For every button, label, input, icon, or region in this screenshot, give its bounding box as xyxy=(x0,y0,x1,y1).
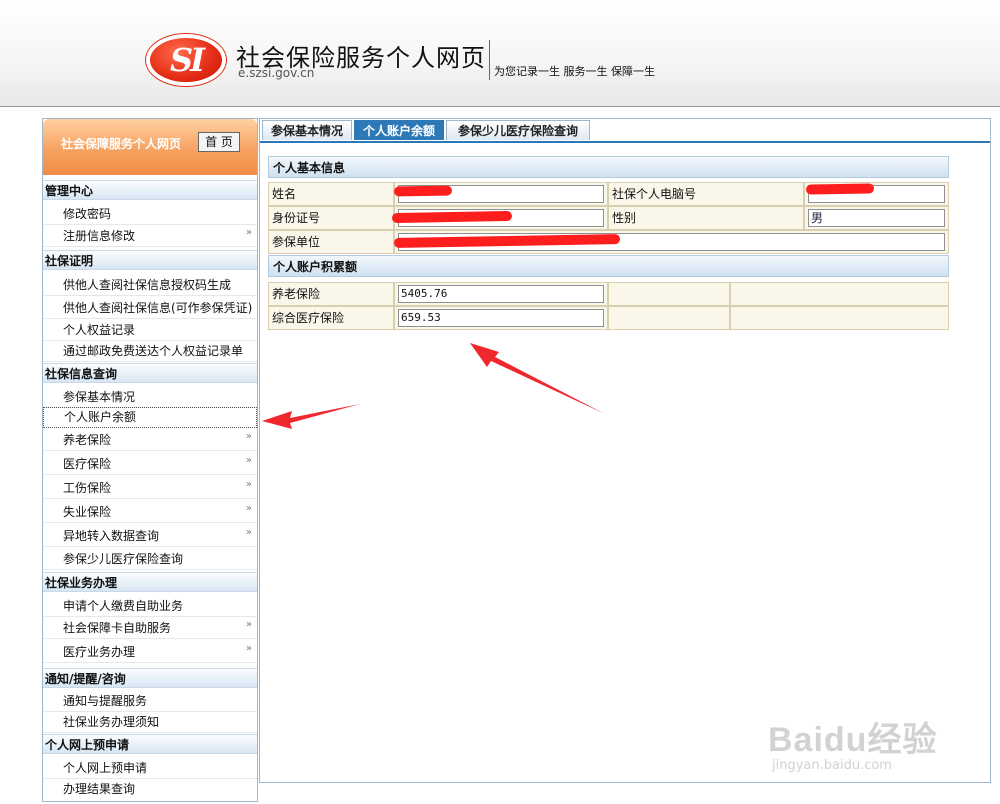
pension-label: 养老保险 xyxy=(268,282,394,306)
si-logo: SI xyxy=(146,34,226,86)
empty-cell xyxy=(730,282,949,306)
redaction-mark xyxy=(393,185,453,197)
redaction-mark xyxy=(805,183,875,195)
sidebar: 社会保障服务个人网页 首 页 管理中心 修改密码 注册信息修改 » 社保证明 供他… xyxy=(42,118,258,802)
sidebar-item-label: 修改密码 xyxy=(63,207,112,221)
sidebar-item-medical[interactable]: 医疗保险 » xyxy=(43,453,257,475)
tab-account-balance[interactable]: 个人账户余额 xyxy=(354,120,444,140)
sidebar-item-result-query[interactable]: 办理结果查询 xyxy=(43,778,257,800)
double-chevron-icon: » xyxy=(245,619,252,630)
sidebar-item-label: 个人网上预申请 xyxy=(63,761,148,775)
sidebar-section-notices[interactable]: 通知/提醒/咨询 xyxy=(43,668,257,688)
baidu-watermark: Baidu经验 jingyan.baidu.com xyxy=(768,712,938,773)
sidebar-item-label: 社保业务办理须知 xyxy=(63,715,160,729)
name-label: 姓名 xyxy=(268,182,394,206)
sidebar-section-info-query[interactable]: 社保信息查询 xyxy=(43,363,257,383)
sidebar-item-label: 供他人查阅社保信息(可作参保凭证) xyxy=(63,301,253,315)
site-slogan: 为您记录一生 服务一生 保障一生 xyxy=(494,65,655,78)
sidebar-item-self-payment[interactable]: 申请个人缴费自助业务 xyxy=(43,595,257,617)
balance-row-medical: 综合医疗保险 659.53 xyxy=(268,306,949,330)
computer-no-label: 社保个人电脑号 xyxy=(608,182,804,206)
sidebar-banner-title: 社会保障服务个人网页 xyxy=(61,137,182,151)
main-panel: 参保基本情况 个人账户余额 参保少儿医疗保险查询 个人基本信息 姓名 社保个人电… xyxy=(259,118,991,783)
sidebar-item-share-info[interactable]: 供他人查阅社保信息(可作参保凭证) xyxy=(43,297,257,319)
balance-row-pension: 养老保险 5405.76 xyxy=(268,282,949,306)
empty-cell xyxy=(608,282,730,306)
watermark-main: Baidu经验 xyxy=(768,721,938,759)
sidebar-item-edit-registration[interactable]: 注册信息修改 » xyxy=(43,225,257,247)
sidebar-item-label: 养老保险 xyxy=(63,433,112,447)
sidebar-item-label: 通知与提醒服务 xyxy=(63,694,148,708)
double-chevron-icon: » xyxy=(245,227,252,238)
sidebar-item-label: 失业保险 xyxy=(63,505,112,519)
sidebar-item-medical-business[interactable]: 医疗业务办理 » xyxy=(43,641,257,663)
home-button[interactable]: 首 页 xyxy=(198,132,240,152)
logo-lettering: SI xyxy=(169,41,205,79)
sidebar-item-unemployment[interactable]: 失业保险 » xyxy=(43,501,257,523)
sidebar-item-card-service[interactable]: 社会保障卡自助服务 » xyxy=(43,617,257,639)
sidebar-section-management[interactable]: 管理中心 xyxy=(43,180,257,200)
sidebar-item-label: 医疗业务办理 xyxy=(63,645,136,659)
sidebar-item-label: 异地转入数据查询 xyxy=(63,529,160,543)
info-row-id: 身份证号 性别 男 xyxy=(268,206,949,230)
sidebar-item-label: 参保少儿医疗保险查询 xyxy=(63,552,184,566)
sidebar-item-label: 医疗保险 xyxy=(63,457,112,471)
sidebar-item-child-medical[interactable]: 参保少儿医疗保险查询 xyxy=(43,548,257,570)
double-chevron-icon: » xyxy=(245,643,252,654)
sidebar-section-pre-application[interactable]: 个人网上预申请 xyxy=(43,734,257,754)
sidebar-item-label: 办理结果查询 xyxy=(63,782,136,796)
sidebar-item-rights-record[interactable]: 个人权益记录 xyxy=(43,319,257,341)
tab-bar: 参保基本情况 个人账户余额 参保少儿医疗保险查询 xyxy=(260,119,990,143)
gender-label: 性别 xyxy=(608,206,804,230)
sidebar-item-label: 个人账户余额 xyxy=(64,410,137,424)
sidebar-section-certificates[interactable]: 社保证明 xyxy=(43,250,257,270)
sidebar-item-label: 工伤保险 xyxy=(63,481,112,495)
site-url: e.szsi.gov.cn xyxy=(238,66,315,80)
empty-cell xyxy=(608,306,730,330)
sidebar-item-label: 通过邮政免费送达个人权益记录单 xyxy=(63,344,244,358)
sidebar-item-pension[interactable]: 养老保险 » xyxy=(43,429,257,451)
sidebar-banner: 社会保障服务个人网页 首 页 xyxy=(43,119,257,175)
watermark-url: jingyan.baidu.com xyxy=(772,758,892,773)
sidebar-item-injury[interactable]: 工伤保险 » xyxy=(43,477,257,499)
empty-cell xyxy=(730,306,949,330)
double-chevron-icon: » xyxy=(245,527,252,538)
header-divider xyxy=(489,40,490,80)
sidebar-item-label: 社会保障卡自助服务 xyxy=(63,621,172,635)
sidebar-item-notification-service[interactable]: 通知与提醒服务 xyxy=(43,690,257,712)
sidebar-item-auth-code[interactable]: 供他人查阅社保信息授权码生成 xyxy=(43,274,257,296)
gender-field[interactable]: 男 xyxy=(808,209,945,227)
sidebar-item-account-balance[interactable]: 个人账户余额 xyxy=(43,407,257,428)
section-heading-basic-info: 个人基本信息 xyxy=(268,156,949,178)
sidebar-item-change-password[interactable]: 修改密码 xyxy=(43,203,257,225)
sidebar-item-label: 参保基本情况 xyxy=(63,390,136,404)
sidebar-item-postal-record[interactable]: 通过邮政免费送达个人权益记录单 xyxy=(43,340,257,362)
sidebar-item-label: 注册信息修改 xyxy=(63,229,136,243)
sidebar-item-basic-status[interactable]: 参保基本情况 xyxy=(43,386,257,408)
sidebar-item-business-guide[interactable]: 社保业务办理须知 xyxy=(43,711,257,733)
site-header: SI 社会保险服务个人网页 e.szsi.gov.cn 为您记录一生 服务一生 … xyxy=(0,0,1000,107)
double-chevron-icon: » xyxy=(245,503,252,514)
medical-label: 综合医疗保险 xyxy=(268,306,394,330)
sidebar-section-business[interactable]: 社保业务办理 xyxy=(43,572,257,592)
sidebar-item-label: 申请个人缴费自助业务 xyxy=(63,599,184,613)
pension-balance-field[interactable]: 5405.76 xyxy=(398,285,604,303)
section-heading-balance: 个人账户积累额 xyxy=(268,255,949,277)
id-label: 身份证号 xyxy=(268,206,394,230)
medical-balance-field[interactable]: 659.53 xyxy=(398,309,604,327)
redaction-mark xyxy=(391,210,513,224)
tab-basic-status[interactable]: 参保基本情况 xyxy=(262,120,352,140)
employer-label: 参保单位 xyxy=(268,230,394,254)
sidebar-item-label: 供他人查阅社保信息授权码生成 xyxy=(63,278,232,292)
pension-cell: 5405.76 xyxy=(394,282,608,306)
sidebar-item-online-pre-apply[interactable]: 个人网上预申请 xyxy=(43,757,257,779)
double-chevron-icon: » xyxy=(245,455,252,466)
gender-cell: 男 xyxy=(804,206,949,230)
sidebar-item-label: 个人权益记录 xyxy=(63,323,136,337)
medical-cell: 659.53 xyxy=(394,306,608,330)
double-chevron-icon: » xyxy=(245,479,252,490)
sidebar-item-transfer-in[interactable]: 异地转入数据查询 » xyxy=(43,525,257,547)
double-chevron-icon: » xyxy=(245,431,252,442)
tab-child-medical[interactable]: 参保少儿医疗保险查询 xyxy=(446,120,590,140)
